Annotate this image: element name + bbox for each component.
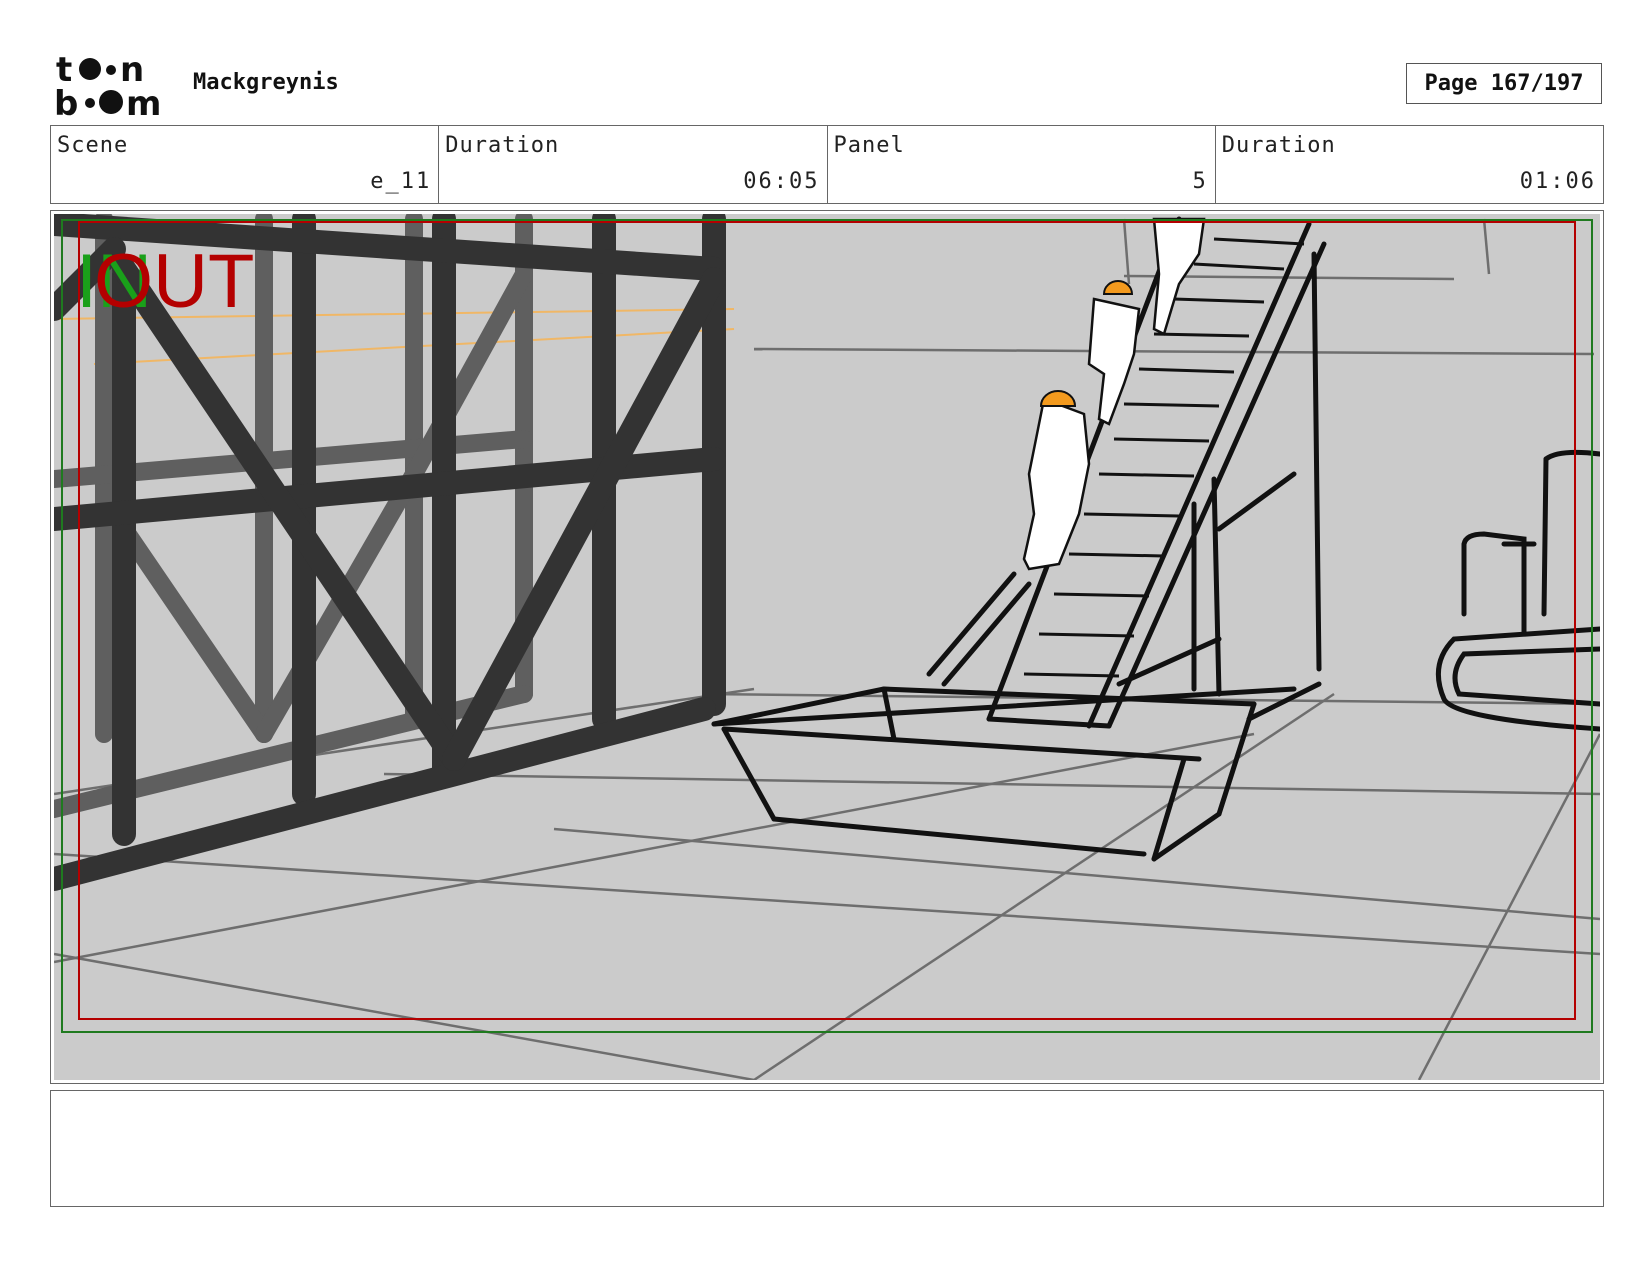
out-marker: OUT xyxy=(94,239,254,324)
panel-duration-label: Duration xyxy=(1221,133,1336,158)
panel-cell: Panel 5 xyxy=(828,126,1216,203)
svg-text:b: b xyxy=(54,84,78,117)
svg-text:m: m xyxy=(126,84,161,117)
panel-drawing: IN OUT xyxy=(54,214,1600,1080)
panel-label: Panel xyxy=(833,133,905,158)
project-title: Mackgreynis xyxy=(193,70,339,95)
page-number: Page 167/197 xyxy=(1406,63,1602,104)
scene-label: Scene xyxy=(57,133,129,158)
panel-value: 5 xyxy=(1192,169,1208,194)
storyboard-panel: IN OUT xyxy=(50,210,1604,1084)
panel-duration-cell: Duration 01:06 xyxy=(1216,126,1603,203)
scene-duration-label: Duration xyxy=(445,133,560,158)
toon-boom-logo: t n b m xyxy=(54,53,161,117)
scene-duration-value: 06:05 xyxy=(743,169,820,194)
scene-cell: Scene e_11 xyxy=(51,126,440,203)
scene-value: e_11 xyxy=(370,169,432,194)
panel-duration-value: 01:06 xyxy=(1519,169,1596,194)
dialogue-notes-box xyxy=(50,1090,1604,1207)
panel-info-row: Scene e_11 Duration 06:05 Panel 5 Durati… xyxy=(50,125,1604,204)
scene-duration-cell: Duration 06:05 xyxy=(439,126,828,203)
